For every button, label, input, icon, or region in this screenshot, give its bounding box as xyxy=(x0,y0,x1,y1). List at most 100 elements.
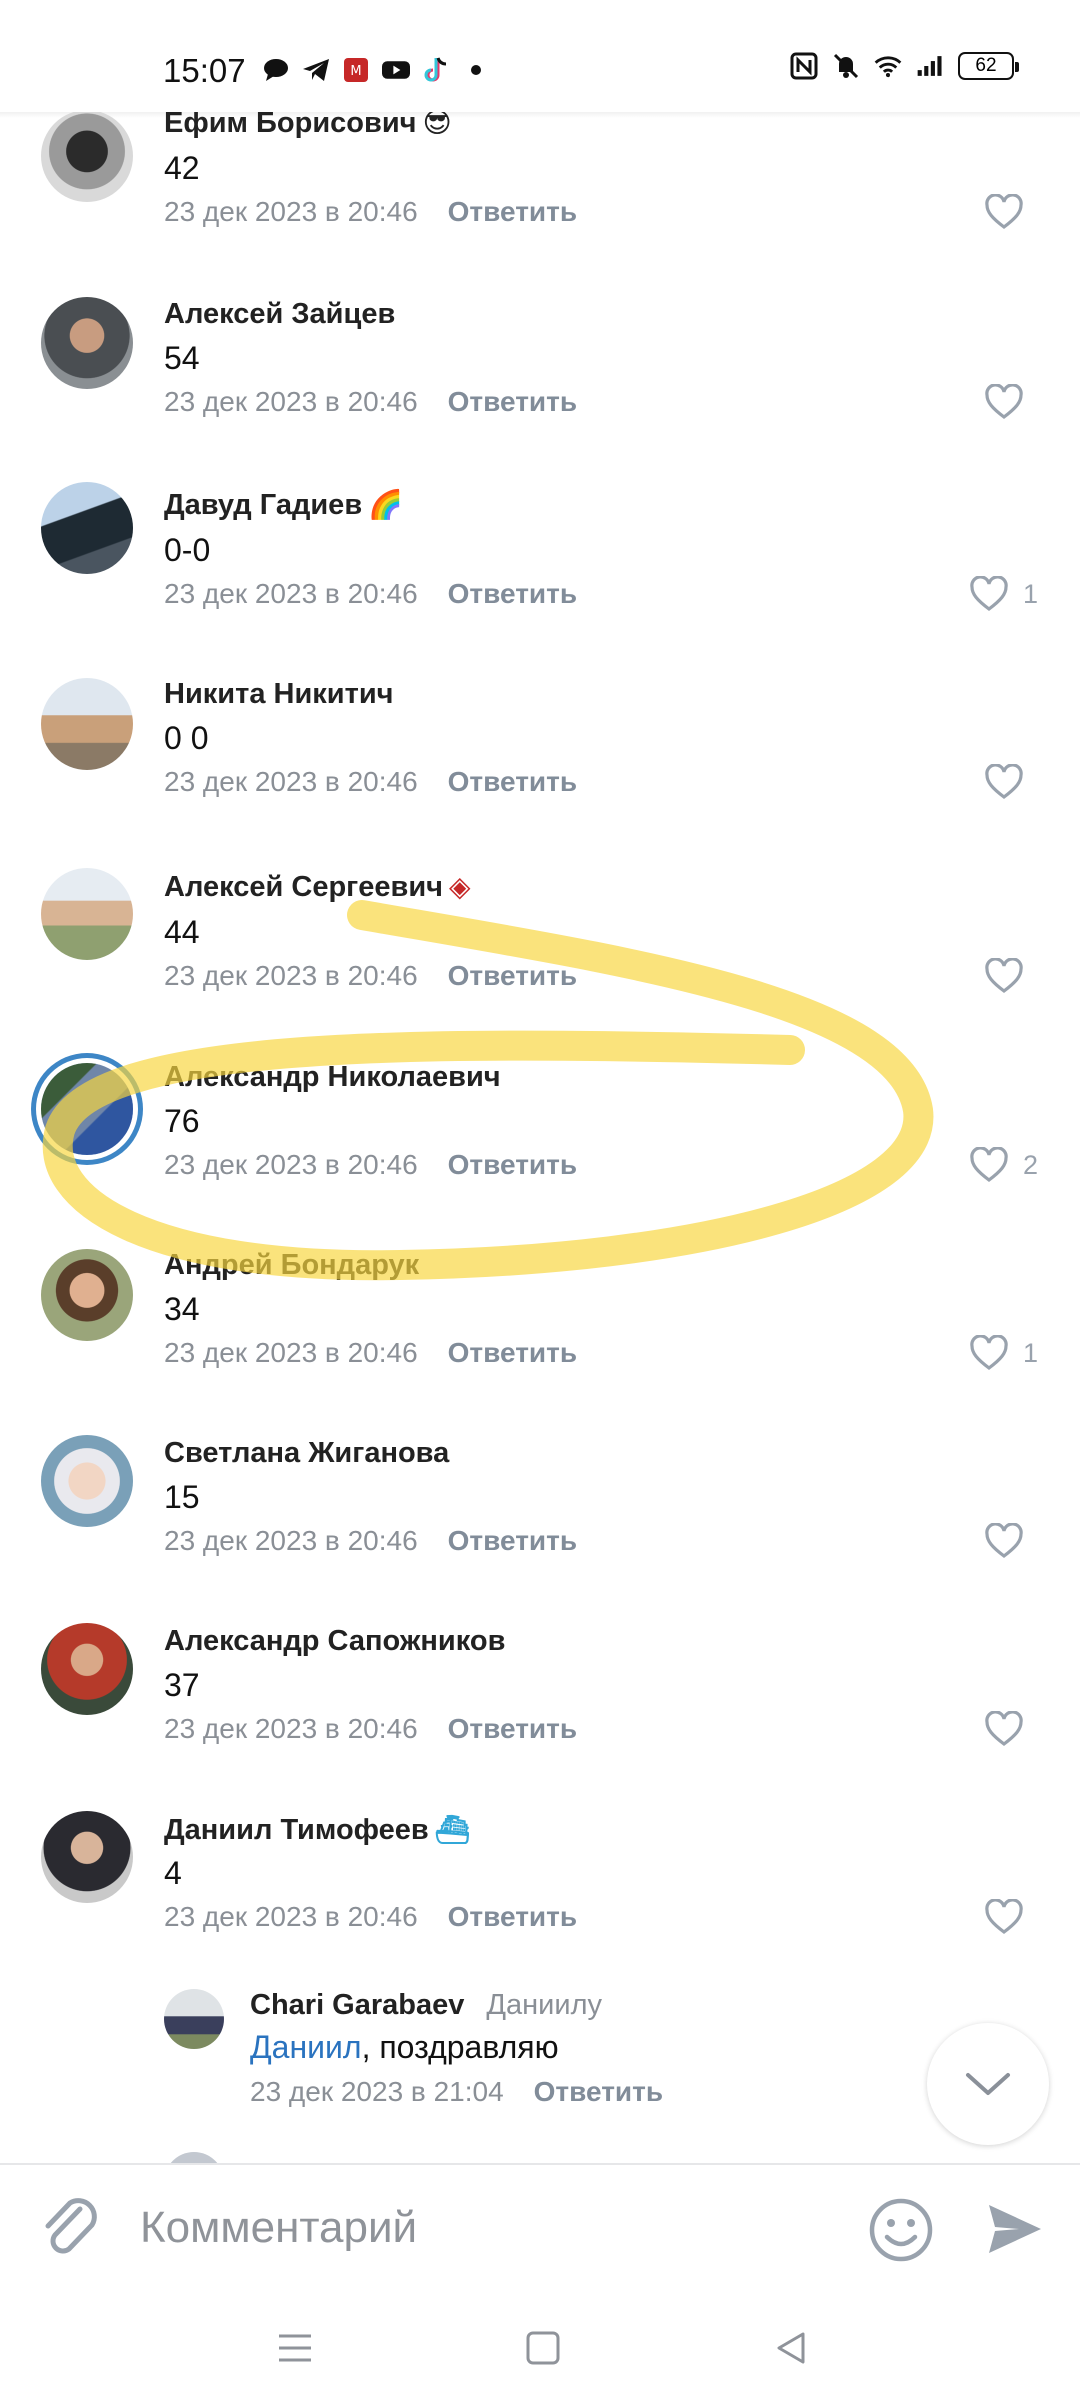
comment-text: 37 xyxy=(164,1667,200,1703)
comment-author[interactable]: Андрей Бондарук xyxy=(164,1249,425,1282)
like-button[interactable] xyxy=(984,1711,1038,1747)
comment-meta: 23 дек 2023 в 21:04 Ответить xyxy=(250,2076,663,2108)
like-button[interactable]: 2 xyxy=(969,1147,1038,1183)
like-button[interactable] xyxy=(984,194,1038,230)
reply-button[interactable]: Ответить xyxy=(448,1337,577,1368)
reply-to-label: Даниилу xyxy=(486,1989,602,2021)
comment-text: 0 0 xyxy=(164,720,209,756)
heart-icon xyxy=(985,194,1023,230)
nested-reply: Chari Garabaev Даниилу Даниил, поздравляю… xyxy=(0,1989,1080,2169)
like-button[interactable] xyxy=(984,1899,1038,1935)
like-button[interactable] xyxy=(984,764,1038,800)
comment-author[interactable]: Никита Никитич xyxy=(164,678,399,711)
svg-text:M: M xyxy=(350,64,361,79)
comment-meta: 23 дек 2023 в 20:46 Ответить xyxy=(164,386,577,418)
reply-button[interactable]: Ответить xyxy=(448,1713,577,1744)
like-button[interactable]: 1 xyxy=(969,1335,1038,1371)
comment-author[interactable]: Алексей Зайцев xyxy=(164,298,401,331)
avatar[interactable] xyxy=(41,482,133,574)
comment-item: Алексей Зайцев 54 23 дек 2023 в 20:46 Отв… xyxy=(0,290,1080,470)
avatar[interactable] xyxy=(41,678,133,770)
comment-meta: 23 дек 2023 в 20:46 Ответить xyxy=(164,1149,577,1181)
heart-icon xyxy=(970,1335,1008,1371)
like-button[interactable] xyxy=(984,384,1038,420)
like-button[interactable]: 1 xyxy=(969,576,1038,612)
comment-author[interactable]: Александр Сапожников xyxy=(164,1625,511,1658)
chat-bubble-icon xyxy=(262,56,290,84)
status-time: 15:07 xyxy=(163,52,246,89)
app-icon: M xyxy=(342,56,370,84)
comment-time: 23 дек 2023 в 20:46 xyxy=(164,1337,418,1368)
comment-text: 0-0 xyxy=(164,532,211,568)
status-emoji: ⛴ xyxy=(434,1814,471,1845)
reply-button[interactable]: Ответить xyxy=(534,2076,663,2107)
heart-icon xyxy=(970,1147,1008,1183)
recent-apps-button[interactable] xyxy=(270,2323,320,2373)
comment-time: 23 дек 2023 в 20:46 xyxy=(164,1149,418,1180)
system-nav-bar xyxy=(0,2293,1080,2400)
avatar[interactable] xyxy=(41,1811,133,1903)
system-icons: 62 xyxy=(790,52,1019,80)
avatar[interactable] xyxy=(41,1435,133,1527)
reply-button[interactable]: Ответить xyxy=(448,1901,577,1932)
reply-button[interactable]: Ответить xyxy=(448,1525,577,1556)
chevron-down-icon xyxy=(966,2073,1010,2095)
home-button[interactable] xyxy=(518,2323,568,2373)
comment-author[interactable]: Даниил Тимофеев ⛴ xyxy=(164,1813,470,1847)
reply-button[interactable]: Ответить xyxy=(448,196,577,227)
comment-author[interactable]: Алексей Сергеевич ◈ xyxy=(164,870,471,904)
emoji-icon[interactable] xyxy=(868,2197,934,2263)
comment-input[interactable] xyxy=(140,2193,840,2263)
avatar[interactable] xyxy=(164,1989,224,2049)
wifi-icon xyxy=(874,52,902,80)
avatar[interactable] xyxy=(41,1249,133,1341)
comment-meta: 23 дек 2023 в 20:46 Ответить xyxy=(164,1713,577,1745)
scroll-down-button[interactable] xyxy=(927,2023,1049,2145)
paperclip-icon[interactable] xyxy=(40,2195,102,2265)
comment-time: 23 дек 2023 в 20:46 xyxy=(164,960,418,991)
mute-bell-icon xyxy=(832,52,860,80)
like-count: 1 xyxy=(1022,578,1038,609)
comment-author[interactable]: Александр Николаевич xyxy=(164,1061,507,1094)
reply-button[interactable]: Ответить xyxy=(448,1149,577,1180)
avatar[interactable] xyxy=(41,868,133,960)
signal-icon xyxy=(916,52,944,80)
comment-author[interactable]: Давуд Гадиев 🌈 xyxy=(164,488,403,522)
comment-item: Александр Николаевич 76 23 дек 2023 в 20… xyxy=(0,1053,1080,1233)
reply-button[interactable]: Ответить xyxy=(448,578,577,609)
back-button[interactable] xyxy=(766,2323,816,2373)
heart-icon xyxy=(985,1711,1023,1747)
heart-icon xyxy=(985,958,1023,994)
status-emoji: 🌈 xyxy=(368,489,404,520)
comment-author[interactable]: Chari Garabaev Даниилу xyxy=(250,1989,602,2022)
like-button[interactable] xyxy=(984,1523,1038,1559)
youtube-icon xyxy=(382,56,410,84)
like-count: 1 xyxy=(1022,1337,1038,1368)
comment-item: Александр Сапожников 37 23 дек 2023 в 20… xyxy=(0,1617,1080,1797)
comment-time: 23 дек 2023 в 20:46 xyxy=(164,578,418,609)
comment-item: Алексей Сергеевич ◈ 44 23 дек 2023 в 20:4… xyxy=(0,864,1080,1044)
reply-button[interactable]: Ответить xyxy=(448,766,577,797)
comment-time: 23 дек 2023 в 21:04 xyxy=(250,2076,504,2107)
comment-meta: 23 дек 2023 в 20:46 Ответить xyxy=(164,1901,577,1933)
avatar[interactable] xyxy=(41,297,133,389)
status-emoji: ◈ xyxy=(449,871,471,902)
avatar[interactable] xyxy=(41,1623,133,1715)
avatar[interactable] xyxy=(41,110,133,202)
like-button[interactable] xyxy=(984,958,1038,994)
comment-text: 42 xyxy=(164,150,200,186)
comment-item: Даниил Тимофеев ⛴ 4 23 дек 2023 в 20:46 От… xyxy=(0,1811,1080,1991)
heart-icon xyxy=(985,1523,1023,1559)
heart-icon xyxy=(985,1899,1023,1935)
send-icon[interactable] xyxy=(985,2199,1045,2259)
comment-time: 23 дек 2023 в 20:46 xyxy=(164,1525,418,1556)
comment-item: Андрей Бондарук 34 23 дек 2023 в 20:46 От… xyxy=(0,1241,1080,1421)
avatar[interactable] xyxy=(41,1063,133,1155)
reply-button[interactable]: Ответить xyxy=(448,960,577,991)
comment-text: 34 xyxy=(164,1291,200,1327)
tiktok-icon xyxy=(422,56,450,84)
mention-link[interactable]: Даниил xyxy=(250,2029,362,2065)
reply-button[interactable]: Ответить xyxy=(448,386,577,417)
comment-composer xyxy=(0,2163,1080,2293)
comment-author[interactable]: Светлана Жиганова xyxy=(164,1437,455,1470)
